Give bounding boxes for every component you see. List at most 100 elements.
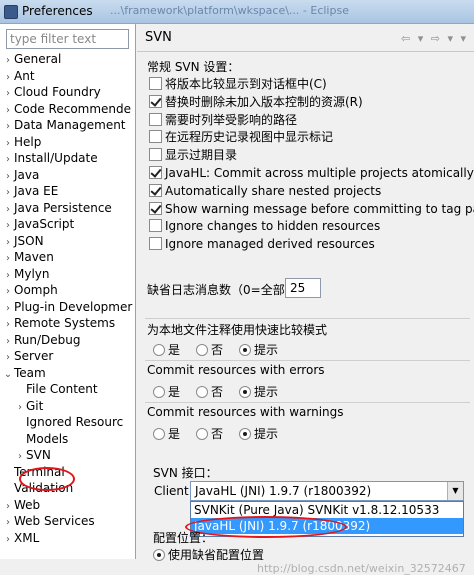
radio-option-label: 否 [211, 427, 224, 441]
svn-interface-title: SVN 接口： [153, 466, 218, 480]
tree-item-label: Run/Debug [14, 332, 81, 347]
radio-option-label: 是 [168, 427, 181, 441]
tree-item[interactable]: › Java Persistence [0, 200, 135, 217]
tree-item[interactable]: › Oomph [0, 282, 135, 299]
checkbox-checked[interactable] [149, 183, 162, 197]
config-default-radio[interactable]: 使用缺省配置位置 [153, 546, 264, 563]
tree-item[interactable]: › Java [0, 167, 135, 184]
tree-item[interactable]: › JavaScript [0, 216, 135, 233]
tree-item-label: Web [14, 497, 41, 512]
tree-item[interactable]: › XML [0, 530, 135, 549]
setting-checkbox-label: JavaHL: Commit across multiple projects … [165, 166, 474, 180]
page-nav-arrows[interactable]: ⇦ ▾ ⇨ ▾ ▾ [401, 32, 468, 45]
setting-checkbox-label: 将版本比较显示到对话框中(C) [165, 77, 327, 91]
annotate-quick-diff-radios: 是 否 提示 [153, 341, 294, 358]
tree-item[interactable]: › Cloud Foundry [0, 84, 135, 101]
config-default-label: 使用缺省配置位置 [168, 548, 265, 562]
chevron-down-icon[interactable]: ▼ [447, 482, 463, 500]
checkbox-unchecked[interactable] [149, 130, 162, 144]
tree-item[interactable]: › Help [0, 134, 135, 151]
client-select[interactable]: JavaHL (JNI) 1.9.7 (r1800392) ▼ [190, 481, 464, 501]
tree-item[interactable]: › SVN [0, 447, 135, 464]
setting-checkbox[interactable]: 将版本比较显示到对话框中(C) [149, 76, 327, 93]
tree-item[interactable]: › Web Services [0, 513, 135, 530]
radio-dot[interactable] [153, 549, 165, 561]
setting-checkbox[interactable]: 替换时删除未加入版本控制的资源(R) [149, 94, 363, 111]
preferences-tree-pane: ›General›Ant›Cloud Foundry›Code Recommen… [0, 24, 136, 559]
radio-dot[interactable] [153, 344, 165, 356]
radio-option[interactable]: 是 [153, 383, 180, 400]
checkbox-checked[interactable] [149, 94, 162, 108]
setting-checkbox[interactable]: 显示过期目录 [149, 147, 237, 164]
radio-dot[interactable] [239, 428, 252, 440]
tree-item-label: Help [14, 134, 42, 149]
tree-item[interactable]: › Web [0, 497, 135, 514]
tree-item[interactable]: › Java EE [0, 183, 135, 200]
setting-checkbox[interactable]: 需要时列举受影响的路径 [149, 112, 297, 129]
filter-input[interactable] [6, 29, 129, 49]
radio-option[interactable]: 否 [196, 425, 223, 442]
checkbox-unchecked[interactable] [149, 148, 162, 162]
radio-dot[interactable] [239, 344, 252, 356]
radio-dot[interactable] [153, 428, 165, 440]
title-bar: Preferences ...\framework\platform\wkspa… [0, 0, 474, 24]
radio-dot[interactable] [196, 386, 209, 398]
radio-option[interactable]: 提示 [239, 425, 278, 442]
tree-item[interactable]: › General [0, 51, 135, 68]
tree-item[interactable]: › Plug-in Developmer [0, 299, 135, 316]
radio-option-label: 提示 [254, 427, 279, 441]
tree-item-label: General [14, 52, 62, 66]
radio-option[interactable]: 是 [153, 341, 180, 358]
radio-option[interactable]: 是 [153, 425, 180, 442]
tree-item[interactable]: › Code Recommende [0, 101, 135, 118]
radio-option[interactable]: 否 [196, 341, 223, 358]
tree-item[interactable]: › Run/Debug [0, 332, 135, 349]
tree-item[interactable]: › Git [0, 398, 135, 415]
radio-option[interactable]: 提示 [239, 341, 278, 358]
checkbox-unchecked[interactable] [149, 219, 162, 233]
tree-item-label: JavaScript [14, 217, 75, 231]
tree-item-label: Mylyn [14, 266, 50, 281]
setting-checkbox[interactable]: 在远程历史记录视图中显示标记 [149, 129, 333, 146]
radio-dot[interactable] [239, 386, 252, 398]
radio-dot[interactable] [196, 344, 209, 356]
setting-checkbox[interactable]: JavaHL: Commit across multiple projects … [149, 165, 474, 182]
tree-item[interactable]: › Maven [0, 249, 135, 266]
checkbox-checked[interactable] [149, 166, 162, 179]
checkbox-unchecked[interactable] [149, 112, 162, 126]
radio-option[interactable]: 提示 [239, 383, 278, 400]
tree-item-label: Ignored Resourc [26, 415, 124, 429]
tree-item-label: Ant [14, 68, 35, 83]
radio-dot[interactable] [153, 386, 165, 398]
window-faded-path: ...\framework\platform\wkspace\... - Ecl… [110, 4, 349, 17]
tree-item[interactable]: Ignored Resourc [0, 414, 135, 431]
radio-dot[interactable] [196, 428, 209, 440]
tree-item[interactable]: › Install/Update [0, 150, 135, 167]
tree-item[interactable]: ⌄ Team [0, 365, 135, 382]
tree-item-label: Install/Update [14, 151, 98, 165]
client-option-svnkit[interactable]: SVNKit (Pure Java) SVNKit v1.8.12.10533 [191, 502, 463, 518]
setting-checkbox[interactable]: Ignore changes to hidden resources [149, 218, 380, 235]
tree-item[interactable]: › Ant [0, 68, 135, 85]
log-count-input[interactable]: 25 [285, 278, 321, 298]
tree-item[interactable]: › Data Management [0, 117, 135, 134]
checkbox-unchecked[interactable] [149, 237, 162, 251]
setting-checkbox[interactable]: Show warning message before committing t… [149, 201, 474, 218]
setting-checkbox-label: 在远程历史记录视图中显示标记 [165, 130, 334, 145]
radio-option-label: 是 [168, 343, 181, 357]
tree-item[interactable]: › Remote Systems [0, 315, 135, 332]
annotate-quick-diff-group: 为本地文件注释使用快速比较模式 是 否 提示 [145, 318, 470, 360]
tree-item[interactable]: File Content [0, 381, 135, 398]
setting-checkbox[interactable]: Ignore managed derived resources [149, 236, 375, 253]
tree-item-label: Remote Systems [14, 316, 116, 330]
radio-option[interactable]: 否 [196, 383, 223, 400]
checkbox-unchecked[interactable] [149, 77, 162, 90]
checkbox-checked[interactable] [149, 201, 162, 215]
setting-checkbox[interactable]: Automatically share nested projects [149, 183, 381, 200]
tree-item[interactable]: Models [0, 431, 135, 448]
chevron-right-icon[interactable]: › [2, 532, 14, 549]
tree-item[interactable]: › Server [0, 348, 135, 365]
svn-highlight-circle [19, 467, 75, 491]
tree-item[interactable]: › JSON [0, 233, 135, 250]
tree-item[interactable]: › Mylyn [0, 266, 135, 283]
